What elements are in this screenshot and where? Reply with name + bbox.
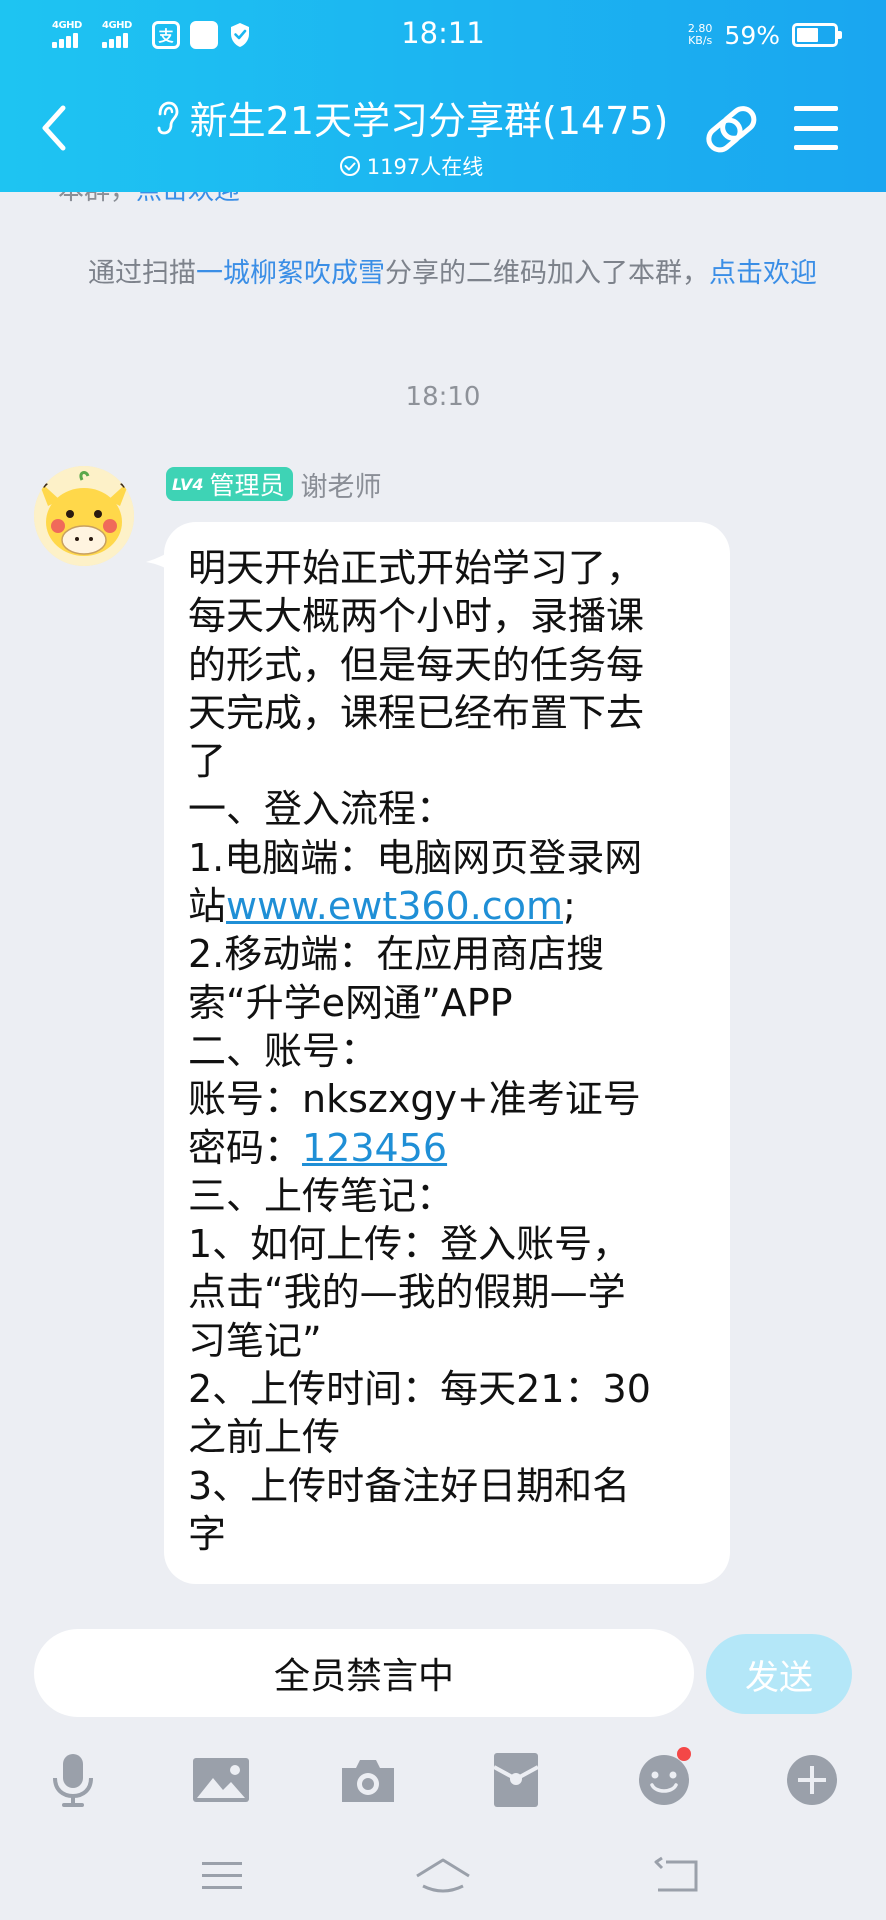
level-badge: LV4 [172,474,204,494]
website-link[interactable]: www.ewt360.com [226,884,563,928]
online-check-icon [339,156,360,176]
message-input-muted[interactable]: 全员禁言中 [34,1629,694,1717]
message-line: 了 [188,739,227,784]
message-line: 明天开始正式开始学习了， [188,546,645,590]
chat-header: 4GHD 4GHD 支 18:11 2.80 KB/s 59% 新生21天学习分… [0,0,886,192]
image-button[interactable] [186,1745,256,1815]
input-bar: 全员禁言中 发送 [0,1617,886,1920]
camera-button[interactable] [333,1745,403,1815]
sender-info: LV4 管理员 谢老师 [166,465,382,504]
message-line-url: 站www.ewt360.com; [188,882,708,930]
network-speed: 2.80 KB/s [688,23,713,47]
message-line: 账号：nkszxgy+准考证号 [188,1077,641,1122]
menu-button[interactable] [794,106,838,150]
input-toolbar [0,1735,886,1835]
system-cut-welcome-link[interactable]: 点击欢迎 [136,192,240,206]
message-line: 2、上传时间：每天21：30 [188,1367,651,1412]
message-line: 1.电脑端：电脑网页登录网 [188,835,643,880]
password-label: 密码： [188,1125,303,1170]
site-suffix: ; [562,884,576,929]
notification-dot [677,1747,691,1761]
nav-back-button[interactable] [646,1851,706,1901]
system-cut-text: 本群， [58,192,136,206]
online-status: 1197人在线 [126,151,696,181]
join-prefix: 通过扫描 [88,258,196,289]
menu-icon [794,106,838,111]
link-icon [706,106,757,153]
sender-name[interactable]: 谢老师 [301,465,382,504]
back-arrow-icon [42,105,66,151]
camera-icon [342,1760,394,1802]
emoji-button[interactable] [629,1745,699,1815]
pikachu-avatar-icon [34,466,134,566]
ear-icon [157,101,179,134]
system-message-cut: 本群，点击欢迎 [58,192,240,207]
chat-area[interactable]: 本群，点击欢迎 通过扫描一城柳絮吹成雪分享的二维码加入了本群，点击欢迎 18:1… [0,192,886,1617]
voice-button[interactable] [38,1745,108,1815]
red-packet-icon [493,1753,539,1807]
image-icon [193,1758,249,1802]
sender-avatar[interactable] [34,466,134,566]
battery-level-fill [797,28,818,42]
message-line: 天完成，课程已经布置下去 [188,690,645,735]
nav-home-button[interactable] [413,1851,473,1901]
message-line: 二、账号： [188,1028,379,1073]
network-speed-unit: KB/s [688,34,713,47]
join-middle: 分享的二维码加入了本群， [385,258,709,289]
system-nav-bar [0,1843,886,1920]
red-packet-button[interactable] [481,1745,551,1815]
status-bar: 4GHD 4GHD 支 18:11 2.80 KB/s 59% [0,0,886,70]
online-count: 1197人在线 [366,155,484,179]
message-line: 3、上传时备注好日期和名 [188,1463,631,1508]
welcome-link[interactable]: 点击欢迎 [709,258,817,289]
message-line: 习笔记” [188,1318,322,1363]
group-title: 新生21天学习分享群(1475) [189,99,669,143]
microphone-icon [53,1754,93,1807]
message-line: 字 [188,1511,227,1556]
group-link-button[interactable] [700,100,764,160]
back-button[interactable] [34,98,74,158]
message-line: 索“升学e网通”APP [188,980,513,1025]
send-button[interactable]: 发送 [706,1634,852,1714]
battery-icon [792,23,842,47]
message-line: 1、如何上传：登入账号， [188,1222,631,1267]
message-line: 的形式，但是每天的任务每 [188,642,645,687]
message-bubble[interactable]: 明天开始正式开始学习了， 每天大概两个小时，录播课 的形式，但是每天的任务每 天… [164,522,730,1584]
nav-menu-icon [202,1862,242,1889]
plus-icon [787,1755,837,1805]
message-line: 一、登入流程： [188,787,455,832]
title-block[interactable]: 新生21天学习分享群(1475) 1197人在线 [126,90,696,181]
message-line: 点击“我的—我的假期—学 [188,1270,626,1315]
time-separator: 18:10 [405,382,481,412]
message-line-password: 密码：123456 [188,1124,708,1172]
battery-percent: 59% [724,20,780,50]
nav-menu-button[interactable] [192,1851,252,1901]
message-line: 每天大概两个小时，录播课 [188,594,645,639]
site-prefix: 站 [188,884,227,929]
message-line: 2.移动端：在应用商店搜 [188,932,605,977]
message-line: 之前上传 [188,1415,341,1460]
title-bar: 新生21天学习分享群(1475) 1197人在线 [0,70,886,192]
more-button[interactable] [777,1745,847,1815]
password-link[interactable]: 123456 [302,1126,447,1170]
role-badge: 管理员 [209,471,285,500]
join-user-link[interactable]: 一城柳絮吹成雪 [196,258,385,289]
status-icons-right: 2.80 KB/s 59% [688,18,842,52]
system-join-message: 通过扫描一城柳絮吹成雪分享的二维码加入了本群，点击欢迎 [58,256,838,292]
nav-back-icon [654,1856,698,1892]
message-line: 三、上传笔记： [188,1173,455,1218]
nav-home-icon [416,1858,470,1893]
admin-badge: LV4 管理员 [166,467,293,501]
